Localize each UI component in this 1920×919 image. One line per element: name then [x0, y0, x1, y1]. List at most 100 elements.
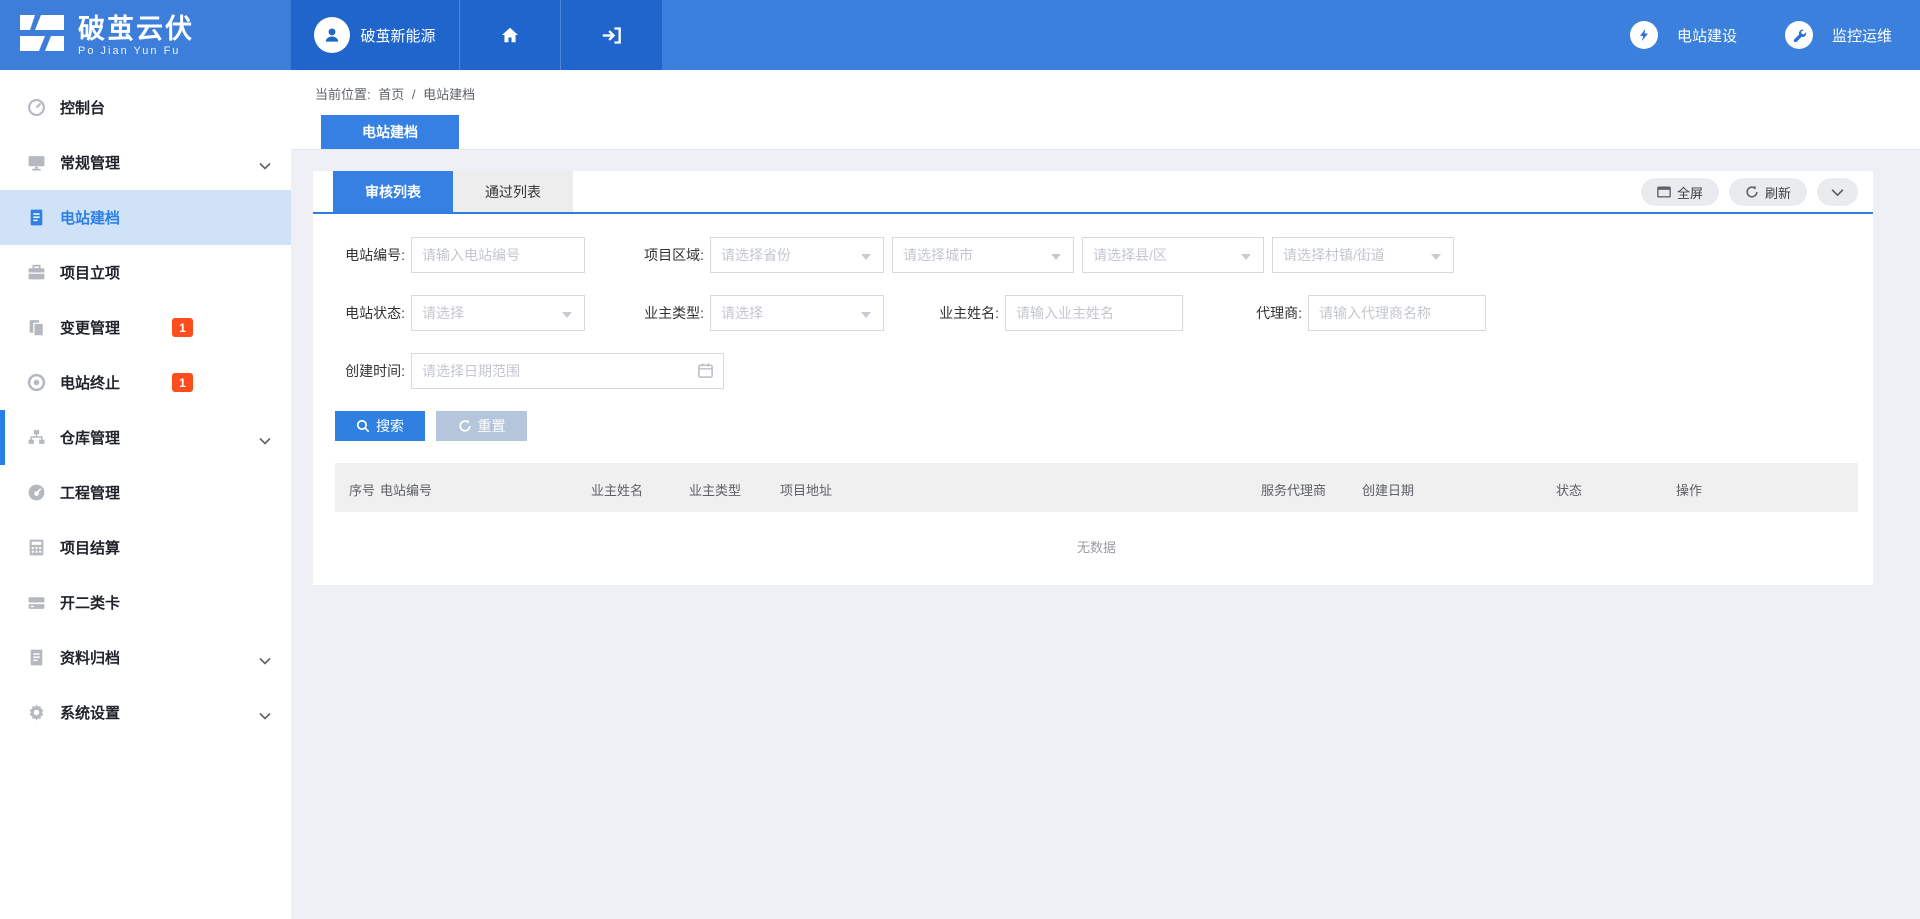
- empty-state: 无数据: [335, 512, 1858, 556]
- select-arrow-icon: [861, 312, 871, 318]
- briefcase-icon: [26, 263, 46, 283]
- account-menu[interactable]: 破茧新能源: [291, 0, 460, 70]
- owner-type-select[interactable]: 请选择: [710, 295, 884, 331]
- date-range-input[interactable]: [411, 353, 724, 389]
- chevron-down-icon: [259, 432, 271, 450]
- chevron-down-icon: [1831, 188, 1844, 197]
- breadcrumb-home[interactable]: 首页: [378, 87, 404, 102]
- fullscreen-icon: [1657, 186, 1671, 198]
- station-status-select[interactable]: 请选择: [411, 295, 585, 331]
- col-actions: 操作: [1676, 480, 1702, 499]
- panel-tabbar: 审核列表 通过列表 全屏 刷新: [313, 171, 1873, 214]
- brand-title: 破茧云伏: [78, 14, 194, 44]
- copy-icon: [26, 318, 46, 338]
- breadcrumb: 当前位置: 首页 / 电站建档: [315, 84, 479, 103]
- main-content: 当前位置: 首页 / 电站建档 电站建档 审核列表 通过列表 全屏 刷新: [291, 70, 1920, 919]
- breadcrumb-label: 当前位置:: [315, 87, 371, 102]
- sidebar-item-change-mgmt[interactable]: 变更管理 1: [0, 300, 291, 355]
- col-owner-name: 业主姓名: [591, 480, 643, 499]
- user-icon: [322, 25, 342, 45]
- sidebar-item-engineering-mgmt[interactable]: 工程管理: [0, 465, 291, 520]
- content-panel: 审核列表 通过列表 全屏 刷新: [313, 171, 1873, 585]
- sidebar-item-console[interactable]: 控制台: [0, 80, 291, 135]
- header-middle: 破茧新能源: [291, 0, 662, 70]
- tab-review-list[interactable]: 审核列表: [333, 171, 453, 212]
- collapse-button[interactable]: [1817, 178, 1858, 206]
- sidebar-item-open-card[interactable]: 开二类卡: [0, 575, 291, 630]
- status-badge: 1: [172, 373, 193, 392]
- file-icon: [26, 208, 46, 228]
- sidebar: 控制台 常规管理 电站建档 项目立项: [0, 70, 291, 919]
- calendar-icon: [697, 362, 714, 384]
- chevron-down-icon: [259, 652, 271, 670]
- logout-button[interactable]: [561, 0, 662, 70]
- province-select[interactable]: 请选择省份: [710, 237, 884, 273]
- town-select[interactable]: 请选择村镇/街道: [1272, 237, 1454, 273]
- tab-passed-list[interactable]: 通过列表: [453, 171, 573, 212]
- nav-station-build-label: 电站建设: [1667, 25, 1737, 46]
- owner-name-input[interactable]: [1005, 295, 1183, 331]
- nav-station-build[interactable]: 电站建设: [1630, 21, 1743, 49]
- col-project-address: 项目地址: [780, 480, 832, 499]
- calculator-icon: [26, 538, 46, 558]
- created-time-label: 创建时间:: [335, 361, 405, 381]
- sidebar-item-station-archive[interactable]: 电站建档: [0, 190, 291, 245]
- breadcrumb-strip: 当前位置: 首页 / 电站建档 电站建档: [291, 70, 1920, 150]
- col-status: 状态: [1556, 480, 1582, 499]
- search-icon: [356, 419, 370, 433]
- monitor-icon: [26, 153, 46, 173]
- results-table: 序号 电站编号 业主姓名 业主类型 项目地址 服务代理商 创建日期 状态 操作 …: [335, 463, 1858, 556]
- wrench-icon: [1792, 28, 1806, 42]
- filter-form: 电站编号: 项目区域: 请选择省份 请选择城市 请选择县/区 请选择村镇/街道 …: [313, 214, 1873, 441]
- logout-icon: [601, 25, 622, 46]
- search-button[interactable]: 搜索: [335, 411, 425, 441]
- region-label: 项目区域:: [634, 245, 704, 265]
- county-select[interactable]: 请选择县/区: [1082, 237, 1264, 273]
- col-index: 序号: [349, 480, 375, 499]
- select-arrow-icon: [1241, 254, 1251, 260]
- gauge-icon: [26, 483, 46, 503]
- brand-subtitle: Po Jian Yun Fu: [78, 45, 194, 57]
- refresh-icon: [1745, 185, 1759, 199]
- col-owner-type: 业主类型: [689, 480, 741, 499]
- lightning-icon: [1637, 28, 1651, 42]
- sidebar-item-project-initiation[interactable]: 项目立项: [0, 245, 291, 300]
- reset-button[interactable]: 重置: [436, 411, 527, 441]
- breadcrumb-current: 电站建档: [423, 87, 475, 102]
- owner-name-label: 业主姓名:: [929, 303, 999, 323]
- city-select[interactable]: 请选择城市: [892, 237, 1074, 273]
- header-right-nav: 电站建设 监控运维: [662, 0, 1920, 70]
- table-header: 序号 电站编号 业主姓名 业主类型 项目地址 服务代理商 创建日期 状态 操作: [335, 463, 1858, 512]
- lightning-circle: [1630, 21, 1658, 49]
- refresh-button[interactable]: 刷新: [1729, 178, 1807, 206]
- agent-input[interactable]: [1308, 295, 1486, 331]
- sitemap-icon: [26, 428, 46, 448]
- agent-label: 代理商:: [1232, 303, 1302, 323]
- nav-monitor-ops[interactable]: 监控运维: [1785, 21, 1898, 49]
- station-status-label: 电站状态:: [335, 303, 405, 323]
- sidebar-item-system-settings[interactable]: 系统设置: [0, 685, 291, 740]
- select-arrow-icon: [1431, 254, 1441, 260]
- sidebar-item-project-settlement[interactable]: 项目结算: [0, 520, 291, 575]
- sidebar-item-station-terminate[interactable]: 电站终止 1: [0, 355, 291, 410]
- owner-type-label: 业主类型:: [634, 303, 704, 323]
- card-icon: [26, 593, 46, 613]
- status-badge: 1: [172, 318, 193, 337]
- col-created-date: 创建日期: [1362, 480, 1414, 499]
- reset-icon: [458, 419, 472, 433]
- nav-monitor-ops-label: 监控运维: [1822, 25, 1892, 46]
- archive-icon: [26, 648, 46, 668]
- sidebar-item-data-archive[interactable]: 资料归档: [0, 630, 291, 685]
- station-no-label: 电站编号:: [335, 245, 405, 265]
- home-button[interactable]: [460, 0, 561, 70]
- fullscreen-button[interactable]: 全屏: [1641, 178, 1719, 206]
- chevron-down-icon: [259, 707, 271, 725]
- breadcrumb-separator: /: [412, 87, 416, 102]
- sidebar-item-general-mgmt[interactable]: 常规管理: [0, 135, 291, 190]
- account-name: 破茧新能源: [360, 25, 435, 46]
- sidebar-item-warehouse-mgmt[interactable]: 仓库管理: [0, 410, 291, 465]
- station-no-input[interactable]: [411, 237, 585, 273]
- brand-logo: 破茧云伏 Po Jian Yun Fu: [0, 0, 291, 70]
- page-tab-station-archive[interactable]: 电站建档: [321, 115, 459, 149]
- avatar: [314, 17, 350, 53]
